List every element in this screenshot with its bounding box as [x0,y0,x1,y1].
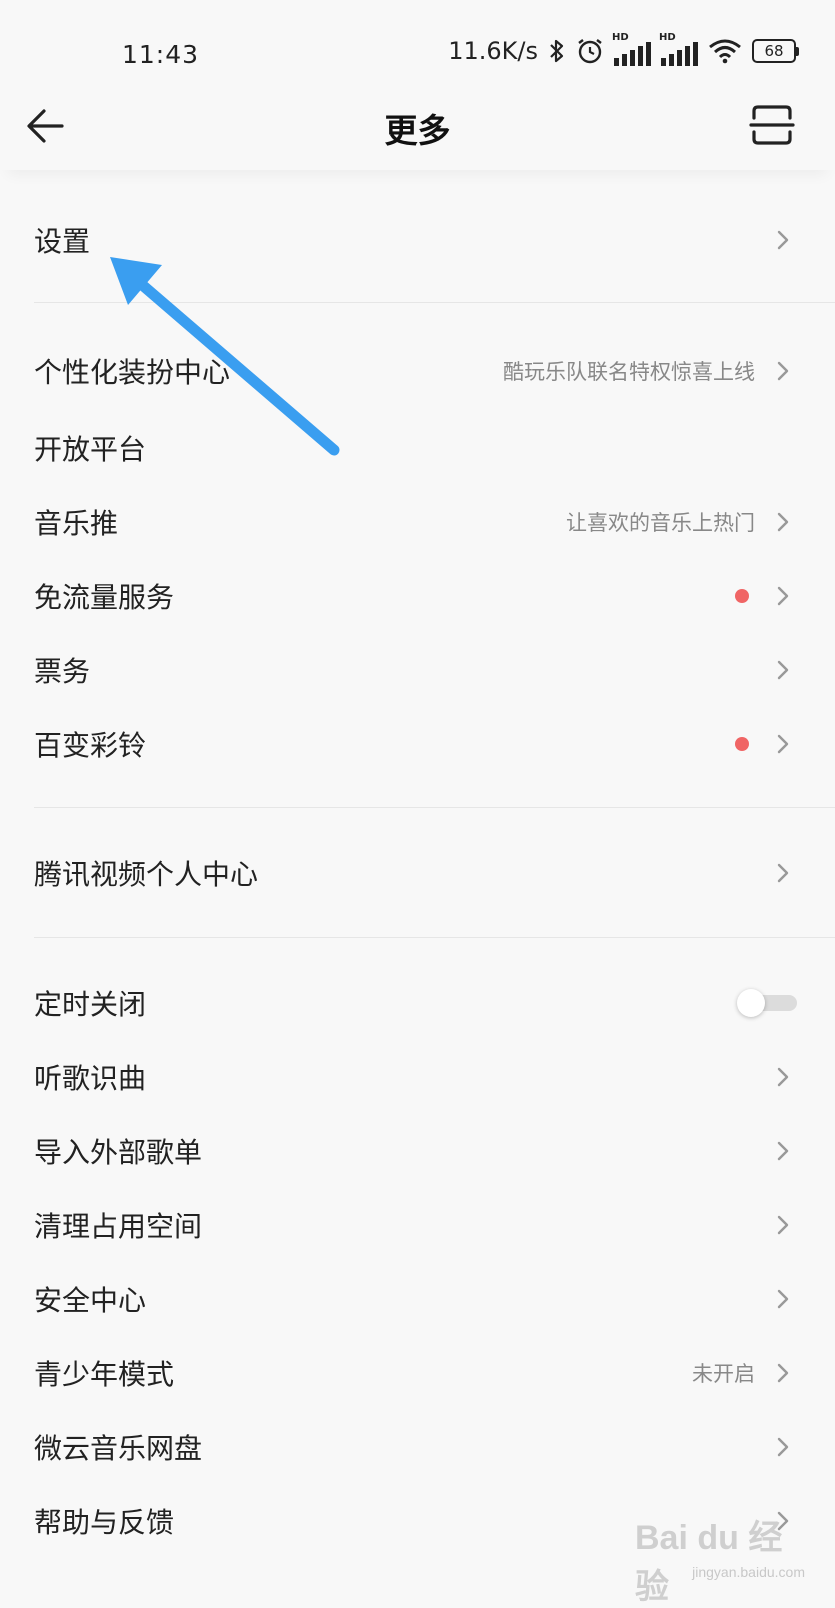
watermark-text: Bai du 经验 [635,1519,783,1606]
menu-item-weiyun-drive[interactable]: 微云音乐网盘 [0,1410,835,1484]
chevron-right-icon [777,1289,789,1309]
menu-item-subtitle: 未开启 [692,1362,755,1386]
menu-item-label: 青少年模式 [34,1358,175,1391]
notification-dot [735,737,749,751]
chevron-right-icon [777,660,789,680]
chevron-right-icon [777,1215,789,1235]
timer-off-toggle[interactable] [737,989,797,1017]
watermark-url: jingyan.baidu.com [692,1564,805,1580]
menu-item-label: 腾讯视频个人中心 [34,858,259,891]
menu-item-label: 免流量服务 [34,581,175,614]
bluetooth-icon [550,39,564,63]
menu-item-song-recognition[interactable]: 听歌识曲 [0,1040,835,1114]
scan-icon[interactable] [749,102,795,148]
menu-item-label: 微云音乐网盘 [34,1432,203,1465]
chevron-right-icon [777,1067,789,1087]
battery-level: 68 [752,39,796,63]
section-divider [34,807,835,808]
chevron-right-icon [777,863,789,883]
annotation-arrow [110,257,340,456]
menu-item-timer-off: 定时关闭 [0,966,835,1040]
menu-item-free-data[interactable]: 免流量服务 [0,559,835,633]
notification-dot [735,589,749,603]
menu-item-label: 票务 [34,655,91,688]
menu-item-label: 清理占用空间 [34,1210,203,1243]
chevron-right-icon [777,1437,789,1457]
menu-item-teen-mode[interactable]: 青少年模式 未开启 [0,1336,835,1410]
signal-icon: HD [612,32,651,66]
chevron-right-icon [777,1363,789,1383]
battery-icon: 68 [752,39,799,63]
menu-item-tickets[interactable]: 票务 [0,633,835,707]
menu-item-security-center[interactable]: 安全中心 [0,1262,835,1336]
status-bar: 11:43 11.6K/s HD HD 68 [0,0,835,100]
chevron-right-icon [777,512,789,532]
menu-item-ringtone[interactable]: 百变彩铃 [0,707,835,781]
menu-item-label: 设置 [34,225,91,258]
menu-item-label: 音乐推 [34,507,119,540]
menu-item-import-playlist[interactable]: 导入外部歌单 [0,1114,835,1188]
chevron-right-icon [777,734,789,754]
menu-item-tencent-video[interactable]: 腾讯视频个人中心 [0,836,835,910]
chevron-right-icon [777,361,789,381]
signal-icon: HD [659,32,698,66]
status-icons: 11.6K/s HD HD 68 [448,32,799,66]
wifi-icon [709,39,741,64]
menu-item-subtitle: 让喜欢的音乐上热门 [566,511,755,535]
menu-item-label: 百变彩铃 [34,729,147,762]
menu-item-label: 导入外部歌单 [34,1136,203,1169]
menu-item-label: 安全中心 [34,1284,147,1317]
menu-item-subtitle: 酷玩乐队联名特权惊喜上线 [503,360,755,384]
menu-item-music-push[interactable]: 音乐推 让喜欢的音乐上热门 [0,485,835,559]
menu-item-label: 帮助与反馈 [34,1506,175,1539]
status-time: 11:43 [122,40,200,69]
menu-item-label: 定时关闭 [34,988,147,1021]
watermark: Bai du 经验 jingyan.baidu.com [635,1510,805,1606]
page-title: 更多 [384,111,451,150]
chevron-right-icon [777,586,789,606]
chevron-right-icon [777,230,789,250]
chevron-right-icon [777,1141,789,1161]
section-divider [34,937,835,938]
menu-item-clean-storage[interactable]: 清理占用空间 [0,1188,835,1262]
network-speed: 11.6K/s [448,37,538,65]
menu-item-label: 听歌识曲 [34,1062,147,1095]
alarm-icon [578,39,602,64]
